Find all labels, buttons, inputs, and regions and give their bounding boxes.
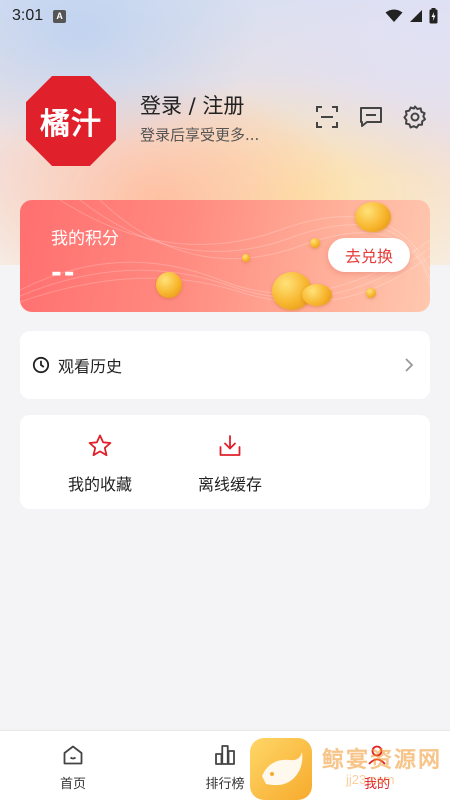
favorites-label: 我的收藏 <box>67 475 132 494</box>
points-label: 我的积分 <box>51 229 119 249</box>
login-register-link[interactable]: 登录 / 注册 <box>140 90 244 120</box>
offline-cache-button[interactable]: 离线缓存 <box>175 433 285 495</box>
quick-actions-card: 我的收藏 离线缓存 <box>20 415 430 509</box>
status-bar: 3:01 A <box>0 0 450 32</box>
chart-icon <box>215 745 235 765</box>
gear-icon[interactable] <box>402 104 428 130</box>
chevron-right-icon <box>405 358 414 372</box>
wifi-icon <box>385 9 403 22</box>
scan-icon[interactable] <box>314 104 340 130</box>
watermark-text: 鲸宴资源网 <box>322 748 443 773</box>
watermark-sub: jj23.com <box>346 772 395 787</box>
download-icon <box>219 435 241 456</box>
coin-decoration <box>242 254 250 262</box>
signal-icon <box>410 10 422 22</box>
watch-history-row[interactable]: 观看历史 <box>20 331 430 399</box>
header-actions <box>314 104 428 130</box>
app-logo: 橘汁 <box>26 76 116 166</box>
star-icon <box>88 434 112 457</box>
watermark-logo-icon <box>250 738 312 800</box>
points-card[interactable]: 我的积分 -- 去兑换 <box>20 200 430 312</box>
redeem-button[interactable]: 去兑换 <box>328 238 410 272</box>
coin-decoration <box>302 284 332 306</box>
coin-decoration <box>156 272 182 298</box>
clock-icon <box>32 356 50 374</box>
coin-decoration <box>366 288 376 298</box>
message-icon[interactable] <box>358 104 384 130</box>
points-value: -- <box>51 258 77 288</box>
offline-cache-label: 离线缓存 <box>197 475 262 494</box>
battery-icon <box>429 8 438 24</box>
nav-home-label: 首页 <box>59 777 86 792</box>
profile-header: 橘汁 登录 / 注册 登录后享受更多... <box>26 76 430 168</box>
favorites-button[interactable]: 我的收藏 <box>45 433 155 495</box>
login-subtitle: 登录后享受更多... <box>140 126 260 144</box>
status-time: 3:01 <box>12 7 44 24</box>
site-watermark: 鲸宴资源网 jj23.com <box>250 738 450 800</box>
coin-decoration <box>310 238 320 248</box>
notification-a-icon: A <box>53 9 67 23</box>
coin-decoration <box>355 202 391 232</box>
watch-history-label: 观看历史 <box>58 357 123 376</box>
home-icon <box>63 745 83 765</box>
nav-home[interactable]: 首页 <box>33 743 113 792</box>
